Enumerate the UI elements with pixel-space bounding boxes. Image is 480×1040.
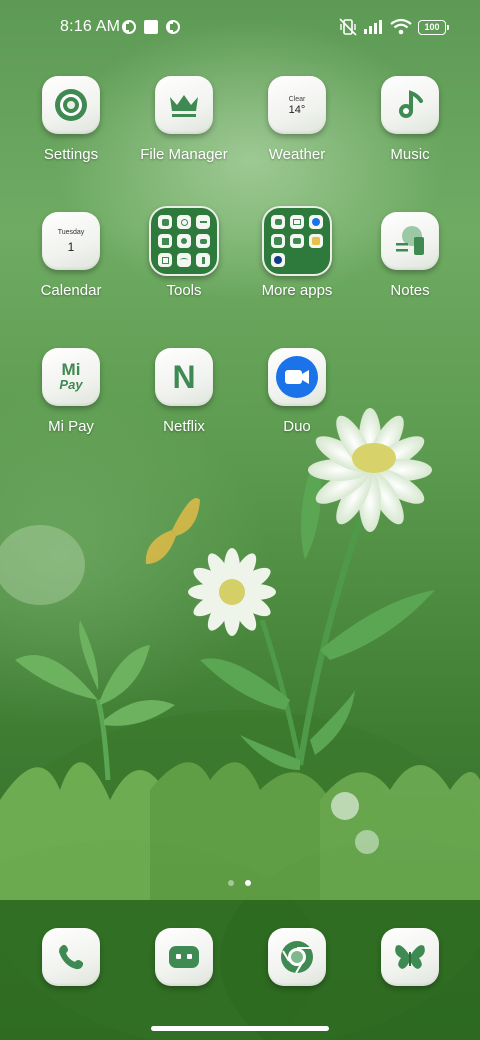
folder-tools[interactable]: Tools [128,206,240,322]
app-label: Netflix [163,418,205,435]
dock-themes[interactable] [354,928,466,988]
app-netflix[interactable]: N Netflix [128,348,240,458]
dock-chrome[interactable] [241,928,353,988]
app-label: Music [390,146,430,163]
calendar-icon: Tuesday 1 [42,212,100,270]
folder-more-apps[interactable]: More apps [241,206,353,322]
dock-phone[interactable] [15,928,127,988]
phone-icon [42,928,100,986]
app-label: Notes [390,282,430,299]
app-file-manager[interactable]: File Manager [128,76,240,186]
status-bar: 8:16 AM 100 [0,0,480,56]
crown-icon [155,76,213,134]
app-duo[interactable]: Duo [241,348,353,458]
app-label: Mi Pay [48,418,94,435]
page-dot-1[interactable] [228,880,234,886]
netflix-icon: N [155,348,213,406]
dock-messages[interactable] [128,928,240,988]
music-note-icon [381,76,439,134]
weather-icon: Clear 14° [268,76,326,134]
wifi-icon [390,18,412,35]
app-mi-pay[interactable]: Mi Pay Mi Pay [15,348,127,458]
settings-icon [42,76,100,134]
notification-app-icon [122,20,136,34]
app-label: Duo [283,418,311,435]
vibrate-icon [339,18,357,36]
app-label: File Manager [140,146,228,163]
home-gesture-bar[interactable] [151,1026,329,1031]
app-label: Settings [43,146,99,163]
message-icon [155,928,213,986]
app-notes[interactable]: Notes [354,212,466,322]
app-label: Tools [166,282,202,299]
battery-icon: 100 [418,20,449,35]
video-camera-icon [268,348,326,406]
app-label: More apps [261,282,333,299]
clock: 8:16 AM [60,18,121,35]
notification-app-icon [166,20,180,34]
app-label: Calendar [40,282,102,299]
notes-icon [381,212,439,270]
butterfly-icon [381,928,439,986]
signal-icon [364,20,382,34]
page-dot-2-active[interactable] [245,880,251,886]
notification-square-icon [144,20,158,34]
mi-pay-icon: Mi Pay [42,348,100,406]
app-label: Weather [268,146,326,163]
app-weather[interactable]: Clear 14° Weather [241,76,353,186]
app-music[interactable]: Music [354,76,466,186]
folder-icon [149,206,219,276]
folder-icon [262,206,332,276]
chrome-icon [268,928,326,986]
app-settings[interactable]: Settings [15,76,127,186]
app-calendar[interactable]: Tuesday 1 Calendar [15,212,127,322]
